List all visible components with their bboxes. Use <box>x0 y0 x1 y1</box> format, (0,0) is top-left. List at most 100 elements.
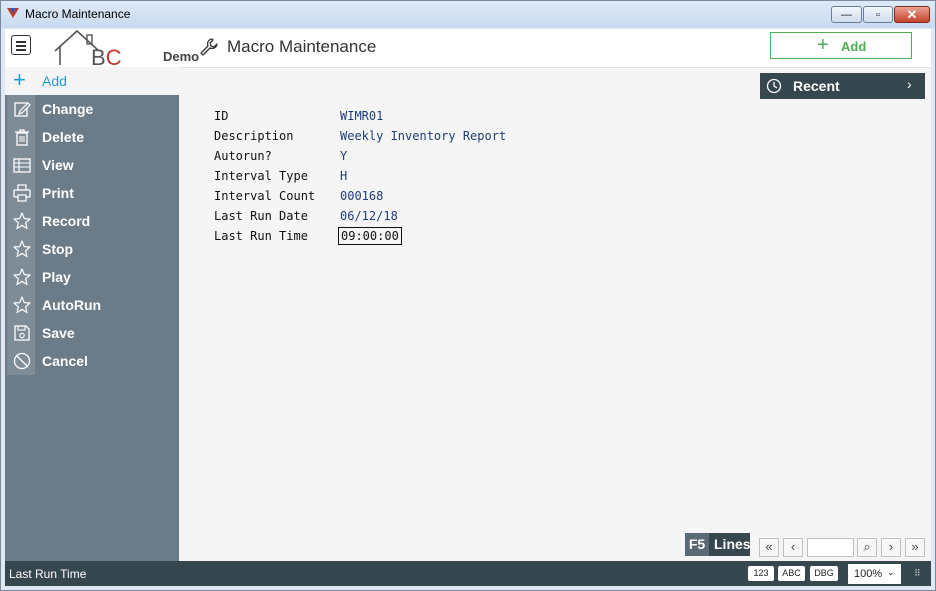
minimize-icon: — <box>841 9 852 21</box>
sidebar-item-print[interactable]: Print <box>5 179 179 207</box>
clock-icon <box>766 78 782 94</box>
menu-bar-bottom <box>16 49 26 51</box>
form-row-last-run-time: Last Run Time 09:00:00 <box>214 227 614 247</box>
star-icon <box>13 296 31 314</box>
form-row-interval-count: Interval Count 000168 <box>214 187 614 207</box>
double-chevron-right-icon: » <box>911 539 919 554</box>
sidebar-item-label: Record <box>42 213 91 229</box>
badge-123[interactable]: 123 <box>748 566 774 581</box>
sidebar-item-label: Change <box>42 101 94 117</box>
minimize-button[interactable]: — <box>831 6 862 23</box>
sidebar-item-stop[interactable]: Stop <box>5 235 179 263</box>
sidebar-item-autorun[interactable]: AutoRun <box>5 291 179 319</box>
title-bar: Macro Maintenance — ▫ ✕ <box>1 1 935 28</box>
window-title: Macro Maintenance <box>25 7 131 21</box>
plus-icon: + <box>817 34 829 56</box>
resize-grip-icon[interactable]: ⠿ <box>914 568 921 579</box>
status-text: Last Run Time <box>9 567 87 581</box>
sidebar-item-label: View <box>42 157 74 173</box>
interval-type-field[interactable]: H <box>340 169 347 183</box>
search-icon: ⌕ <box>863 539 871 554</box>
status-bar: Last Run Time 123 ABC DBG 100% ⌄ ⠿ <box>5 561 931 586</box>
sidebar-item-label: Delete <box>42 129 85 145</box>
plus-icon: + <box>13 67 26 92</box>
app-icon <box>7 8 19 18</box>
first-page-button[interactable]: « <box>759 538 779 557</box>
form-row-description: Description Weekly Inventory Report <box>214 127 614 147</box>
chevron-right-icon: › <box>907 76 912 92</box>
menu-button[interactable] <box>11 35 31 55</box>
sidebar-item-label: Save <box>42 325 75 341</box>
maximize-button[interactable]: ▫ <box>863 6 893 23</box>
badge-dbg[interactable]: DBG <box>810 566 838 581</box>
app-window: Macro Maintenance — ▫ ✕ BC Demo Macro Ma… <box>0 0 936 591</box>
autorun-label: Autorun? <box>214 149 272 163</box>
close-icon: ✕ <box>906 7 918 22</box>
header: BC Demo Macro Maintenance + Add <box>5 29 931 70</box>
sidebar-item-label: AutoRun <box>42 297 102 313</box>
printer-icon <box>13 184 31 202</box>
last-run-time-field[interactable]: 09:00:00 <box>338 227 402 245</box>
description-field[interactable]: Weekly Inventory Report <box>340 129 506 143</box>
next-page-button[interactable]: › <box>881 538 901 557</box>
logo: BC Demo <box>51 29 199 70</box>
page-input[interactable] <box>807 538 854 557</box>
star-icon <box>13 212 31 230</box>
cancel-icon <box>13 352 31 370</box>
form-row-id: ID WIMR01 <box>214 107 614 127</box>
star-icon <box>13 268 31 286</box>
lines-button[interactable]: F5 Lines <box>685 533 751 556</box>
recent-button[interactable]: Recent › <box>760 73 925 99</box>
last-run-date-field[interactable]: 06/12/18 <box>340 209 398 223</box>
trash-icon <box>15 129 29 146</box>
interval-type-label: Interval Type <box>214 169 308 183</box>
prev-page-button[interactable]: ‹ <box>783 538 803 557</box>
sidebar-item-label: Play <box>42 269 71 285</box>
sidebar-item-change[interactable]: Change <box>5 95 179 123</box>
chevron-left-icon: ‹ <box>790 539 796 554</box>
sidebar-item-label: Cancel <box>42 353 88 369</box>
add-button[interactable]: + Add <box>770 32 912 59</box>
sidebar-item-save[interactable]: Save <box>5 319 179 347</box>
interval-count-field[interactable]: 000168 <box>340 189 383 203</box>
lines-shortcut-key: F5 <box>685 533 709 556</box>
menu-bar-top <box>16 41 26 43</box>
sidebar-item-record[interactable]: Record <box>5 207 179 235</box>
sidebar: + Add Change Delete View Print Record St… <box>5 67 179 561</box>
add-button-label: Add <box>841 39 867 54</box>
last-page-button[interactable]: » <box>905 538 925 557</box>
logo-demo: Demo <box>163 49 200 64</box>
double-chevron-left-icon: « <box>765 539 773 554</box>
id-field[interactable]: WIMR01 <box>340 109 383 123</box>
save-icon <box>14 325 30 341</box>
form-row-last-run-date: Last Run Date 06/12/18 <box>214 207 614 227</box>
sidebar-item-delete[interactable]: Delete <box>5 123 179 151</box>
autorun-field[interactable]: Y <box>340 149 347 163</box>
sidebar-item-label: Add <box>42 73 67 89</box>
lines-button-label: Lines <box>714 536 751 552</box>
page-title: Macro Maintenance <box>227 37 377 56</box>
menu-bar-mid <box>16 45 26 47</box>
interval-count-label: Interval Count <box>214 189 316 203</box>
star-icon <box>13 240 31 258</box>
last-run-time-label: Last Run Time <box>214 229 308 243</box>
close-button[interactable]: ✕ <box>894 6 930 23</box>
last-run-date-label: Last Run Date <box>214 209 308 223</box>
chevron-right-icon: › <box>888 539 894 554</box>
description-label: Description <box>214 129 294 143</box>
sidebar-item-view[interactable]: View <box>5 151 179 179</box>
maximize-icon: ▫ <box>876 9 880 21</box>
form-row-autorun: Autorun? Y <box>214 147 614 167</box>
id-label: ID <box>214 109 229 123</box>
sidebar-item-label: Stop <box>42 241 74 257</box>
badge-abc[interactable]: ABC <box>778 566 805 581</box>
zoom-value: 100% <box>854 568 883 580</box>
form-row-interval-type: Interval Type H <box>214 167 614 187</box>
page-search-button[interactable]: ⌕ <box>857 538 877 557</box>
zoom-select[interactable]: 100% ⌄ <box>848 564 901 584</box>
client-area: BC Demo Macro Maintenance + Add + Add Ch… <box>5 29 931 586</box>
sidebar-item-cancel[interactable]: Cancel <box>5 347 179 375</box>
recent-label: Recent <box>793 78 840 94</box>
sidebar-item-add[interactable]: + Add <box>5 67 179 95</box>
sidebar-item-play[interactable]: Play <box>5 263 179 291</box>
